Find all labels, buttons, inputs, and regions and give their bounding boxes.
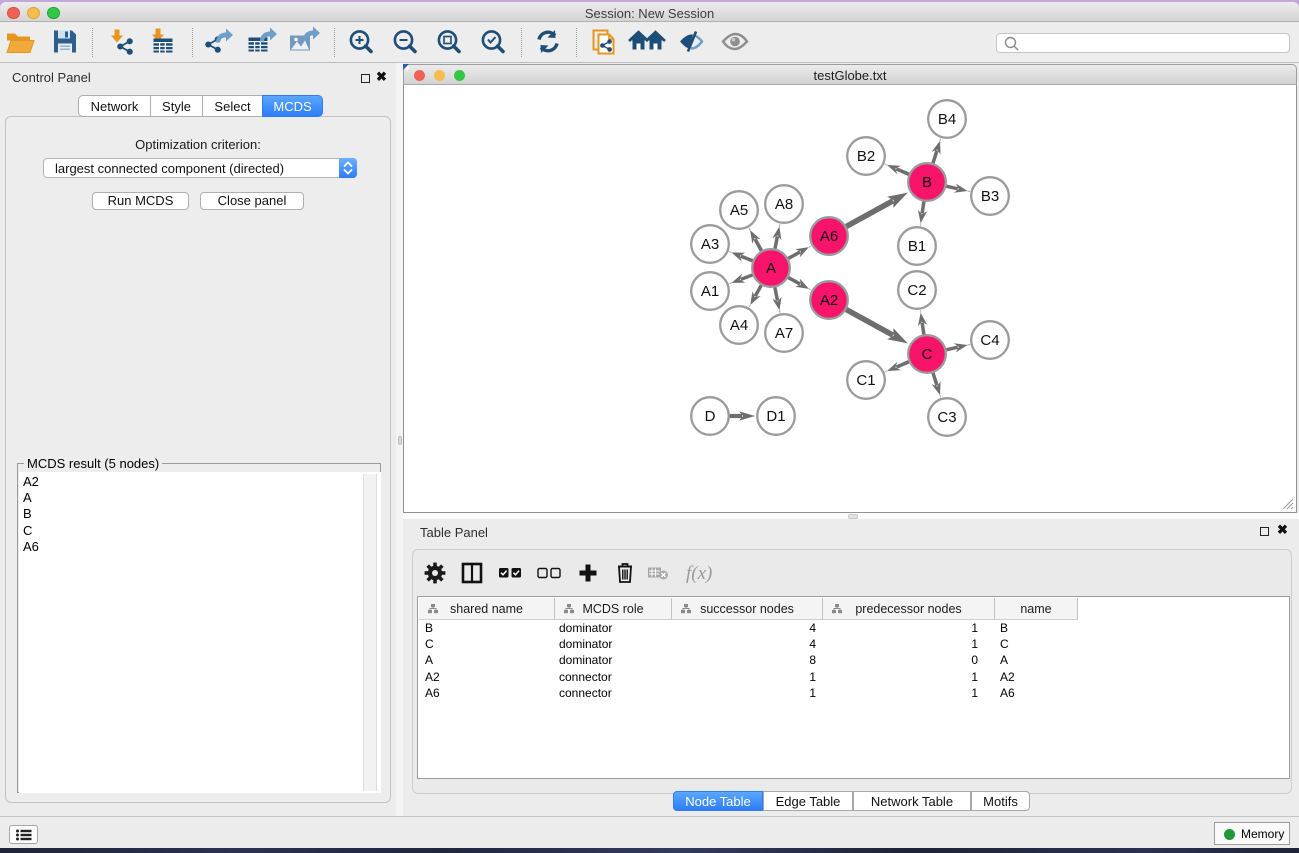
svg-text:C2: C2: [907, 282, 926, 299]
svg-text:D1: D1: [766, 408, 785, 425]
svg-text:A: A: [766, 260, 776, 277]
svg-text:C3: C3: [937, 409, 956, 426]
svg-text:B2: B2: [857, 148, 875, 165]
svg-text:B3: B3: [981, 188, 999, 205]
svg-text:A5: A5: [730, 202, 748, 219]
svg-text:D: D: [705, 408, 716, 425]
svg-text:A1: A1: [701, 283, 719, 300]
svg-text:A7: A7: [775, 325, 793, 342]
svg-text:A2: A2: [820, 292, 838, 309]
svg-text:C4: C4: [980, 332, 999, 349]
svg-text:B: B: [922, 174, 932, 191]
svg-text:f(x): f(x): [686, 563, 712, 584]
svg-text:A6: A6: [820, 228, 838, 245]
svg-text:C1: C1: [856, 372, 875, 389]
svg-text:A8: A8: [775, 196, 793, 213]
svg-text:C: C: [922, 346, 933, 363]
svg-text:B1: B1: [908, 238, 926, 255]
svg-text:A4: A4: [730, 317, 748, 334]
svg-text:B4: B4: [938, 111, 956, 128]
svg-text:A3: A3: [701, 236, 719, 253]
